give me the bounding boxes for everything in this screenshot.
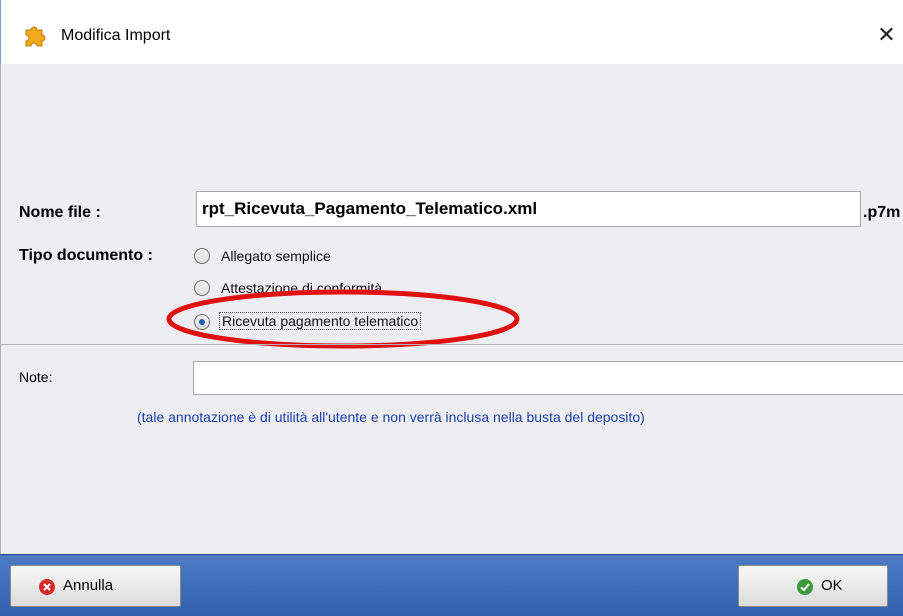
nome-file-label: Nome file :: [19, 204, 101, 221]
radio-button[interactable]: [194, 248, 210, 264]
section-divider: [1, 344, 903, 345]
radio-label: Ricevuta pagamento telematico: [219, 312, 422, 330]
dialog-body: Nome file : rpt_Ricevuta_Pagamento_Telem…: [0, 64, 903, 554]
button-bar: Annulla OK: [0, 554, 903, 616]
cancel-button[interactable]: Annulla: [10, 565, 181, 607]
note-field[interactable]: [193, 361, 903, 395]
puzzle-icon: [23, 24, 49, 48]
cancel-button-label[interactable]: Annulla: [63, 577, 113, 594]
close-button[interactable]: ✕: [869, 16, 903, 54]
window-title: Modifica Import: [61, 27, 171, 44]
radio-selected-dot: [199, 319, 205, 325]
file-extension-label: .p7m: [863, 204, 901, 221]
close-icon[interactable]: ✕: [877, 22, 895, 47]
modifica-import-dialog: Modifica Import ✕ Nome file : rpt_Ricevu…: [0, 0, 903, 616]
title-bar: Modifica Import ✕: [0, 0, 903, 64]
radio-button-selected[interactable]: [194, 314, 210, 330]
radio-button[interactable]: [194, 280, 210, 296]
ok-button-label[interactable]: OK: [821, 577, 843, 594]
check-circle-icon[interactable]: [797, 579, 813, 595]
radio-label: Attestazione di conformità: [221, 280, 383, 296]
radio-label: Allegato semplice: [221, 248, 331, 264]
cancel-circle-icon[interactable]: [39, 579, 55, 595]
tipo-documento-label: Tipo documento :: [19, 247, 153, 264]
note-hint-text: (tale annotazione è di utilità all'utent…: [137, 409, 645, 425]
ok-button[interactable]: OK: [738, 565, 888, 607]
note-label: Note:: [19, 369, 53, 385]
filename-field[interactable]: rpt_Ricevuta_Pagamento_Telematico.xml: [196, 191, 861, 227]
